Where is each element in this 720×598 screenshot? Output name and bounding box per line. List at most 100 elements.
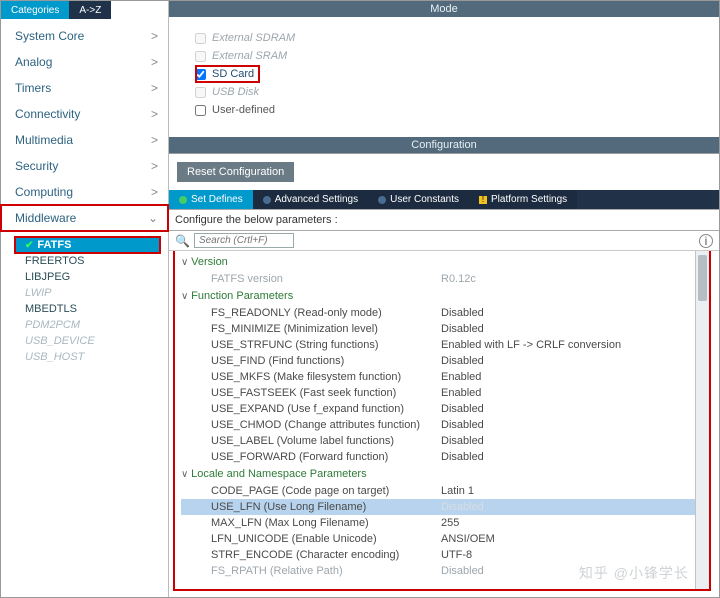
reset-configuration-button[interactable]: Reset Configuration [177,162,294,182]
category-label: System Core [15,29,84,43]
config-tab-bar: Set Defines Advanced Settings User Constan… [169,190,719,209]
category-label: Security [15,159,58,173]
param-row[interactable]: STRF_ENCODE (Character encoding)UTF-8 [181,547,699,563]
configuration-toolbar: Reset Configuration [169,154,719,190]
middleware-item-freertos[interactable]: FREERTOS [1,253,168,269]
middleware-item-usb_host[interactable]: USB_HOST [1,349,168,365]
param-row[interactable]: MAX_LFN (Max Long Filename)255 [181,515,699,531]
category-item-security[interactable]: Security > [1,153,168,179]
param-value: Disabled [441,355,699,367]
middleware-item-usb_device[interactable]: USB_DEVICE [1,333,168,349]
param-row[interactable]: USE_FIND (Find functions)Disabled [181,353,699,369]
param-row[interactable]: USE_FASTSEEK (Fast seek function)Enabled [181,385,699,401]
info-icon[interactable]: i [699,234,713,248]
mode-label: SD Card [212,68,254,80]
param-value: Enabled [441,387,699,399]
param-value: Disabled [441,565,699,577]
param-row[interactable]: FS_MINIMIZE (Minimization level)Disabled [181,321,699,337]
param-section-version[interactable]: Version [181,253,699,271]
chevron-right-icon: > [151,159,158,173]
param-value: 255 [441,517,699,529]
param-name: USE_FASTSEEK (Fast seek function) [211,387,441,399]
param-row[interactable]: FS_RPATH (Relative Path)Disabled [181,563,699,579]
sidebar-header: Categories A->Z [1,1,168,19]
status-dot-icon [378,196,386,204]
mode-checkbox[interactable] [195,69,206,80]
mode-checkbox [195,51,206,62]
param-name: FS_MINIMIZE (Minimization level) [211,323,441,335]
param-value: UTF-8 [441,549,699,561]
mode-label: User-defined [212,104,275,116]
category-item-connectivity[interactable]: Connectivity > [1,101,168,127]
chevron-right-icon: > [151,107,158,121]
param-name: USE_FIND (Find functions) [211,355,441,367]
param-value: R0.12c [441,273,699,285]
param-row[interactable]: USE_LFN (Use Long Filename)Disabled [181,499,699,515]
mode-option-sd-card: SD Card [195,65,260,83]
param-row[interactable]: FATFS versionR0.12c [181,271,699,287]
sidebar-tab-az[interactable]: A->Z [69,1,111,19]
chevron-right-icon: > [151,133,158,147]
category-item-multimedia[interactable]: Multimedia> [1,127,168,153]
config-tab-label: User Constants [390,194,459,205]
category-item-computing[interactable]: Computing> [1,179,168,205]
category-label: Analog [15,55,52,69]
param-section-function-parameters[interactable]: Function Parameters [181,287,699,305]
search-icon: 🔍 [175,234,190,248]
mode-pane: External SDRAMExternal SRAMSD CardUSB Di… [169,17,719,137]
param-value: Disabled [441,403,699,415]
param-row[interactable]: FS_READONLY (Read-only mode)Disabled [181,305,699,321]
config-tab-set-defines[interactable]: Set Defines [169,190,253,209]
param-section-locale-and-namespace-parameters[interactable]: Locale and Namespace Parameters [181,465,699,483]
config-tab-label: Platform Settings [491,194,567,205]
config-tab-platform-settings[interactable]: ! Platform Settings [469,190,577,209]
category-item-timers[interactable]: Timers> [1,75,168,101]
middleware-item-lwip[interactable]: LWIP [1,285,168,301]
param-row[interactable]: USE_MKFS (Make filesystem function)Enabl… [181,369,699,385]
param-value: Disabled [441,501,699,513]
config-tab-label: Set Defines [191,194,243,205]
param-name: MAX_LFN (Max Long Filename) [211,517,441,529]
status-dot-icon [263,196,271,204]
configuration-body: Reset Configuration Set Defines Advanced … [169,153,719,597]
scrollbar-thumb[interactable] [698,255,707,301]
status-dot-icon [179,196,187,204]
chevron-right-icon: > [151,29,158,43]
param-row[interactable]: USE_EXPAND (Use f_expand function)Disabl… [181,401,699,417]
mode-checkbox [195,33,206,44]
config-tab-user-constants[interactable]: User Constants [368,190,469,209]
mode-label: External SRAM [212,50,287,62]
param-name: USE_STRFUNC (String functions) [211,339,441,351]
param-row[interactable]: LFN_UNICODE (Enable Unicode)ANSI/OEM [181,531,699,547]
param-name: FATFS version [211,273,441,285]
config-tab-advanced-settings[interactable]: Advanced Settings [253,190,368,209]
category-item-system-core[interactable]: System Core > [1,23,168,49]
category-item-middleware[interactable]: Middleware⌄ [1,205,168,231]
config-search-input[interactable] [194,233,294,248]
configuration-header: Configuration [169,137,719,153]
param-row[interactable]: USE_FORWARD (Forward function)Disabled [181,449,699,465]
mode-option-user-defined: User-defined [195,101,711,119]
vertical-scrollbar[interactable] [695,251,709,589]
middleware-item-fatfs[interactable]: FATFS [15,237,160,253]
param-name: FS_RPATH (Relative Path) [211,565,441,577]
category-label: Connectivity [15,107,80,121]
param-row[interactable]: CODE_PAGE (Code page on target)Latin 1 [181,483,699,499]
param-row[interactable]: USE_CHMOD (Change attributes function)Di… [181,417,699,433]
param-value: Disabled [441,451,699,463]
mode-checkbox[interactable] [195,105,206,116]
middleware-item-mbedtls[interactable]: MBEDTLS [1,301,168,317]
category-label: Middleware [15,211,76,225]
param-value: Enabled with LF -> CRLF conversion [441,339,699,351]
warning-icon: ! [479,196,487,204]
middleware-item-libjpeg[interactable]: LIBJPEG [1,269,168,285]
main: Mode External SDRAMExternal SRAMSD CardU… [169,1,719,597]
category-item-analog[interactable]: Analog> [1,49,168,75]
param-row[interactable]: USE_STRFUNC (String functions)Enabled wi… [181,337,699,353]
mode-label: External SDRAM [212,32,295,44]
category-label: Computing [15,185,73,199]
config-description: Configure the below parameters : [169,209,719,231]
middleware-item-pdm2pcm[interactable]: PDM2PCM [1,317,168,333]
sidebar-tab-categories[interactable]: Categories [1,1,69,19]
param-row[interactable]: USE_LABEL (Volume label functions)Disabl… [181,433,699,449]
